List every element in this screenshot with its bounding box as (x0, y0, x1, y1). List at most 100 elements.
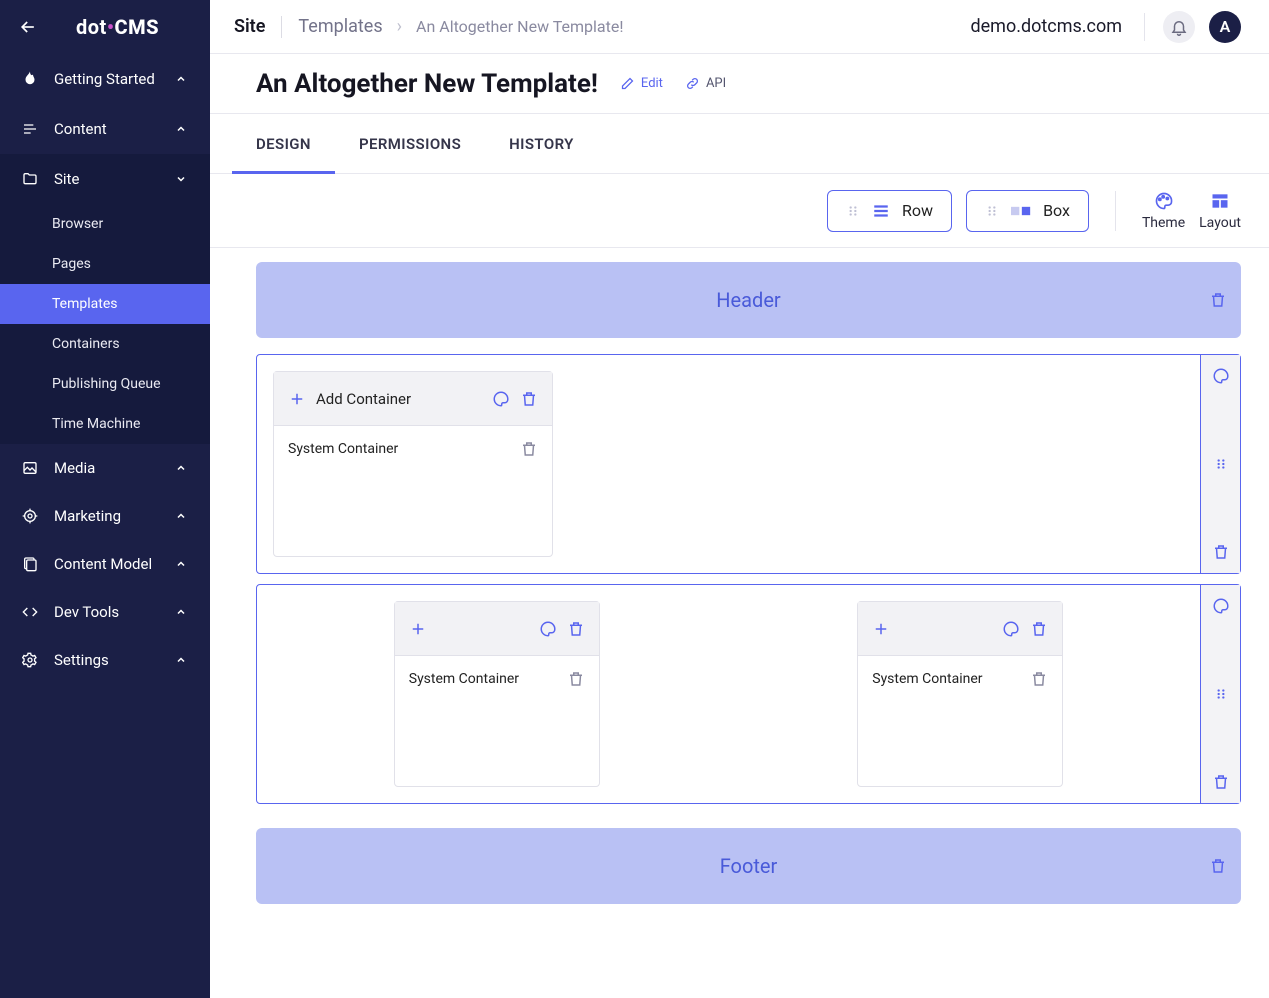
sidebar-section-content-model[interactable]: Content Model (0, 540, 210, 588)
sidebar-item-browser[interactable]: Browser (0, 204, 210, 244)
layout-button[interactable]: Layout (1199, 191, 1241, 231)
box-icon (1011, 204, 1031, 218)
breadcrumb-current: An Altogether New Template! (416, 17, 623, 36)
tab-permissions[interactable]: PERMISSIONS (359, 114, 461, 173)
avatar[interactable]: A (1209, 11, 1241, 43)
sidebar-label: Site (54, 170, 158, 188)
chevron-right-icon: › (397, 16, 402, 37)
sidebar-label: Marketing (54, 507, 158, 525)
container-item[interactable]: System Container (858, 656, 1062, 702)
draggable-row[interactable]: Row (827, 190, 952, 232)
tabs: DESIGN PERMISSIONS HISTORY (210, 114, 1269, 174)
edit-button[interactable]: Edit (620, 76, 663, 91)
tab-history[interactable]: HISTORY (509, 114, 574, 173)
trash-icon[interactable] (520, 390, 538, 408)
sidebar-label: Media (54, 459, 158, 477)
palette-icon[interactable] (1212, 597, 1230, 615)
api-button[interactable]: API (685, 76, 726, 91)
gear-icon (20, 650, 40, 670)
sidebar-label: Content (54, 120, 158, 138)
image-icon (20, 458, 40, 478)
sidebar-section-media[interactable]: Media (0, 444, 210, 492)
chevron-down-icon (172, 170, 190, 188)
trash-icon[interactable] (1030, 620, 1048, 638)
sidebar: dot•CMS Getting Started Content Site (0, 0, 210, 998)
footer-region[interactable]: Footer (256, 828, 1241, 904)
plus-icon[interactable] (409, 620, 427, 638)
folder-icon (20, 169, 40, 189)
layout-row: Add Container System Container (256, 354, 1241, 574)
chevron-up-icon (172, 603, 190, 621)
grip-icon[interactable] (1214, 457, 1228, 471)
rows-icon (872, 202, 890, 220)
layout-row: System Container (256, 584, 1241, 804)
trash-icon[interactable] (1212, 773, 1230, 791)
host-label[interactable]: demo.dotcms.com (970, 16, 1122, 37)
sidebar-section-getting-started[interactable]: Getting Started (0, 54, 210, 104)
back-arrow-icon[interactable] (18, 17, 38, 37)
trash-icon[interactable] (1030, 670, 1048, 688)
chevron-up-icon (172, 555, 190, 573)
divider (281, 16, 282, 38)
grip-icon[interactable] (1214, 687, 1228, 701)
breadcrumb-site[interactable]: Site (234, 16, 265, 37)
sidebar-label: Dev Tools (54, 603, 158, 621)
stack-icon (20, 554, 40, 574)
sidebar-section-marketing[interactable]: Marketing (0, 492, 210, 540)
brand-logo[interactable]: dot•CMS (76, 15, 159, 39)
target-icon (20, 506, 40, 526)
header-region[interactable]: Header (256, 262, 1241, 338)
sidebar-section-site[interactable]: Site (0, 154, 210, 204)
chevron-up-icon (172, 70, 190, 88)
lines-icon (20, 119, 40, 139)
canvas: Header Add Container (210, 248, 1269, 998)
chevron-up-icon (172, 459, 190, 477)
sidebar-item-time-machine[interactable]: Time Machine (0, 404, 210, 444)
palette-icon[interactable] (1002, 620, 1020, 638)
trash-icon[interactable] (1212, 543, 1230, 561)
trash-icon[interactable] (567, 670, 585, 688)
sidebar-item-publishing-queue[interactable]: Publishing Queue (0, 364, 210, 404)
grip-icon (846, 204, 860, 218)
breadcrumb: Site Templates › An Altogether New Templ… (234, 16, 623, 38)
flame-icon (20, 69, 40, 89)
sidebar-label: Getting Started (54, 70, 158, 88)
grip-icon (985, 204, 999, 218)
divider (1115, 191, 1116, 231)
sidebar-item-containers[interactable]: Containers (0, 324, 210, 364)
divider (1144, 13, 1145, 41)
add-container-label: Add Container (316, 390, 411, 408)
chevron-up-icon (172, 507, 190, 525)
trash-icon[interactable] (520, 440, 538, 458)
palette-icon[interactable] (539, 620, 557, 638)
palette-icon[interactable] (1212, 367, 1230, 385)
topbar: Site Templates › An Altogether New Templ… (210, 0, 1269, 54)
chevron-up-icon (172, 120, 190, 138)
plus-icon[interactable] (872, 620, 890, 638)
sidebar-section-content[interactable]: Content (0, 104, 210, 154)
notifications-button[interactable] (1163, 11, 1195, 43)
sidebar-label: Settings (54, 651, 158, 669)
column-card[interactable]: System Container (394, 601, 600, 787)
trash-icon[interactable] (1209, 291, 1227, 309)
sidebar-item-templates[interactable]: Templates (0, 284, 210, 324)
column-card[interactable]: Add Container System Container (273, 371, 553, 557)
code-icon (20, 602, 40, 622)
container-item[interactable]: System Container (395, 656, 599, 702)
page-title: An Altogether New Template! (256, 69, 598, 99)
tab-design[interactable]: DESIGN (256, 114, 311, 173)
draggable-box[interactable]: Box (966, 190, 1089, 232)
breadcrumb-templates[interactable]: Templates (298, 16, 382, 37)
sidebar-label: Content Model (54, 555, 158, 573)
theme-button[interactable]: Theme (1142, 191, 1185, 231)
trash-icon[interactable] (1209, 857, 1227, 875)
trash-icon[interactable] (567, 620, 585, 638)
column-card[interactable]: System Container (857, 601, 1063, 787)
chevron-up-icon (172, 651, 190, 669)
plus-icon[interactable] (288, 390, 306, 408)
sidebar-item-pages[interactable]: Pages (0, 244, 210, 284)
palette-icon[interactable] (492, 390, 510, 408)
sidebar-section-settings[interactable]: Settings (0, 636, 210, 684)
sidebar-section-dev-tools[interactable]: Dev Tools (0, 588, 210, 636)
container-item[interactable]: System Container (274, 426, 552, 472)
